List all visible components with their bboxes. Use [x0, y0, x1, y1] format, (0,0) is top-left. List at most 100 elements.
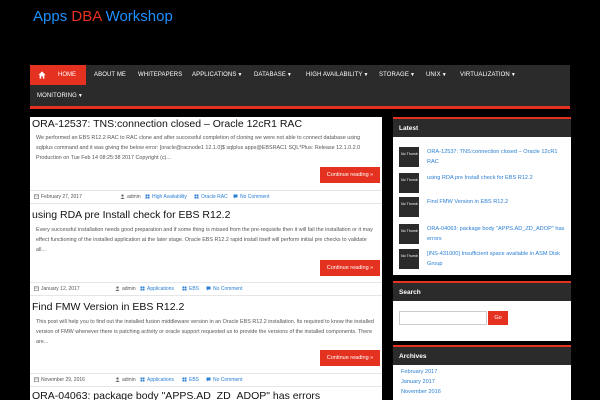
main-nav: HOME ABOUT ME WHITEPAPERS APPLICATIONS▼ …	[30, 65, 570, 109]
nav-home[interactable]: HOME	[30, 65, 86, 85]
post-title[interactable]: ORA-04063: package body "APPS.AD_ZD_ADOP…	[32, 390, 320, 400]
no-thumb-placeholder: No Thumb	[399, 147, 419, 167]
category-icon	[182, 286, 187, 291]
nav-item-high-availability[interactable]: HIGH AVAILABILITY▼	[306, 65, 369, 85]
chevron-down-icon: ▼	[237, 72, 243, 78]
latest-post-link[interactable]: ORA-04063: package body "APPS.AD_ZD_ADOP…	[427, 224, 569, 244]
nav-item-label: APPLICATIONS	[192, 72, 237, 78]
post-category[interactable]: High Availability	[152, 191, 187, 203]
comment-icon	[233, 194, 238, 199]
nav-item-label: ABOUT ME	[94, 72, 127, 78]
category-icon	[145, 194, 150, 199]
chevron-down-icon: ▼	[510, 72, 516, 78]
post-author[interactable]: admin	[122, 283, 136, 295]
latest-posts-widget: No Thumb ORA-12537: TNS:connection close…	[393, 137, 571, 275]
post-meta: February 27, 2017 admin High Availabilit…	[30, 190, 382, 204]
continue-reading-button[interactable]: Continue reading »	[320, 260, 380, 276]
post-title[interactable]: using RDA pre Install check for EBS R12.…	[32, 209, 230, 221]
sidebar: Latest No Thumb ORA-12537: TNS:connectio…	[393, 117, 571, 400]
nav-item-label: STORAGE	[379, 72, 409, 78]
user-icon	[115, 377, 120, 382]
chevron-down-icon: ▼	[363, 72, 369, 78]
user-icon	[120, 194, 125, 199]
nav-item-about-me[interactable]: ABOUT ME	[94, 65, 126, 85]
no-thumb-placeholder: No Thumb	[399, 224, 419, 244]
archive-link[interactable]: February 2017	[401, 368, 437, 377]
latest-post-link[interactable]: [INS-431000] Insufficient space availabl…	[427, 249, 569, 269]
chevron-down-icon: ▼	[286, 72, 292, 78]
logo-word-apps: Apps	[33, 8, 68, 25]
chevron-down-icon: ▼	[409, 72, 415, 78]
search-widget: Go	[393, 301, 571, 341]
post-category[interactable]: EBS	[189, 283, 199, 295]
chevron-down-icon: ▼	[77, 93, 83, 99]
nav-item-database[interactable]: DATABASE▼	[254, 65, 292, 85]
post-excerpt: Every successful installation needs good…	[36, 227, 373, 253]
post-comments[interactable]: No Comment	[213, 374, 242, 386]
post-category[interactable]: Applications	[147, 374, 174, 386]
calendar-icon	[34, 286, 39, 291]
latest-post-link[interactable]: ORA-12537: TNS:connection closed – Oracl…	[427, 147, 569, 167]
post-date: January 12, 2017	[41, 286, 80, 292]
latest-post-link[interactable]: using RDA pre Install check for EBS R12.…	[427, 173, 569, 183]
post-author[interactable]: admin	[127, 191, 141, 203]
category-icon	[182, 377, 187, 382]
nav-home-label: HOME	[58, 72, 76, 78]
user-icon	[115, 286, 120, 291]
post-category[interactable]: EBS	[189, 374, 199, 386]
post-category[interactable]: Applications	[147, 283, 174, 295]
post-meta: November 29, 2016 admin Applications EBS…	[30, 373, 382, 387]
post-meta: January 12, 2017 admin Applications EBS …	[30, 282, 382, 296]
no-thumb-placeholder: No Thumb	[399, 173, 419, 193]
nav-item-monitoring[interactable]: MONITORING▼	[37, 86, 83, 106]
category-icon	[140, 377, 145, 382]
nav-item-storage[interactable]: STORAGE▼	[379, 65, 415, 85]
nav-item-label: MONITORING	[37, 93, 77, 99]
nav-item-virtualization[interactable]: VIRTUALIZATION▼	[460, 65, 516, 85]
archive-link[interactable]: January 2017	[401, 378, 435, 387]
site-header: Apps DBA Workshop	[0, 0, 600, 65]
post-excerpt: We performed an EBS R12.2 RAC to RAC clo…	[36, 135, 361, 161]
continue-reading-button[interactable]: Continue reading »	[320, 167, 380, 183]
post-list: ORA-12537: TNS:connection closed – Oracl…	[30, 117, 382, 400]
comment-icon	[206, 377, 211, 382]
continue-reading-button[interactable]: Continue reading »	[320, 350, 380, 366]
calendar-icon	[34, 377, 39, 382]
search-go-button[interactable]: Go	[488, 311, 508, 325]
latest-post-link[interactable]: Find FMW Version in EBS R12.2	[427, 197, 569, 207]
post-title[interactable]: ORA-12537: TNS:connection closed – Oracl…	[32, 118, 302, 130]
widget-title-search: Search	[393, 281, 571, 301]
comment-icon	[206, 286, 211, 291]
search-input[interactable]	[399, 311, 487, 325]
widget-title-archives: Archives	[393, 345, 571, 365]
home-icon	[38, 71, 46, 79]
calendar-icon	[34, 194, 39, 199]
post-date: November 29, 2016	[41, 377, 85, 383]
widget-title-latest: Latest	[393, 117, 571, 137]
post-comments[interactable]: No Comment	[213, 283, 242, 295]
nav-item-label: HIGH AVAILABILITY	[306, 72, 363, 78]
logo-word-dba: DBA	[71, 8, 102, 25]
archives-widget: February 2017 January 2017 November 2016	[393, 365, 571, 400]
logo-word-workshop: Workshop	[105, 8, 173, 25]
nav-item-label: WHITEPAPERS	[138, 72, 183, 78]
archive-link[interactable]: November 2016	[401, 388, 441, 397]
site-logo[interactable]: Apps DBA Workshop	[33, 8, 173, 25]
category-icon	[140, 286, 145, 291]
nav-item-label: DATABASE	[254, 72, 286, 78]
post-title[interactable]: Find FMW Version in EBS R12.2	[32, 301, 184, 313]
chevron-down-icon: ▼	[441, 72, 447, 78]
post-date: February 27, 2017	[41, 194, 82, 200]
post-category[interactable]: Oracle RAC	[201, 191, 228, 203]
nav-item-label: UNIX	[426, 72, 441, 78]
nav-item-applications[interactable]: APPLICATIONS▼	[192, 65, 243, 85]
nav-item-whitepapers[interactable]: WHITEPAPERS	[138, 65, 182, 85]
post-author[interactable]: admin	[122, 374, 136, 386]
nav-item-label: VIRTUALIZATION	[460, 72, 510, 78]
nav-item-unix[interactable]: UNIX▼	[426, 65, 447, 85]
no-thumb-placeholder: No Thumb	[399, 197, 419, 217]
post-excerpt: This post will help you to find out the …	[36, 319, 374, 345]
post-comments[interactable]: No Comment	[240, 191, 269, 203]
no-thumb-placeholder: No Thumb	[399, 249, 419, 269]
category-icon	[194, 194, 199, 199]
